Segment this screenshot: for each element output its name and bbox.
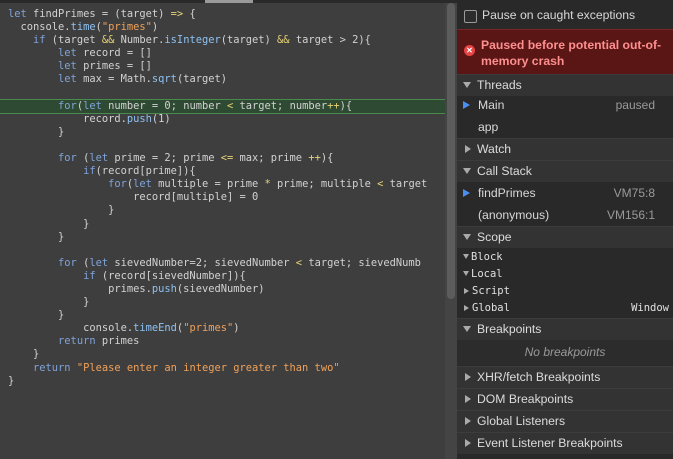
code-line[interactable]: console.timeEnd("primes") [0, 322, 445, 335]
section-title: Event Listener Breakpoints [477, 436, 623, 450]
error-icon: ✕ [464, 45, 475, 56]
chevron-right-icon [465, 145, 471, 154]
call-stack-title: Call Stack [477, 164, 532, 178]
breakpoints-header[interactable]: Breakpoints [457, 318, 673, 340]
code-line[interactable]: let max = Math.sqrt(target) [0, 73, 445, 86]
code-line[interactable]: for(let multiple = prime * prime; multip… [0, 178, 445, 191]
code-line[interactable]: } [0, 375, 445, 388]
scope-script[interactable]: Script [457, 283, 673, 300]
scope-value: Window [631, 302, 669, 314]
code-line[interactable]: if(record[prime]){ [0, 165, 445, 178]
breakpoints-title: Breakpoints [477, 322, 542, 336]
chevron-right-icon [465, 439, 471, 448]
current-thread-icon [463, 101, 470, 109]
chevron-down-icon [463, 271, 469, 276]
code-line[interactable]: } [0, 296, 445, 309]
code-line[interactable]: return primes [0, 335, 445, 348]
code-line[interactable]: } [0, 204, 445, 217]
code-line[interactable]: console.time("primes") [0, 21, 445, 34]
threads-title: Threads [477, 78, 522, 92]
scope-title: Scope [477, 230, 512, 244]
current-execution-line[interactable]: for(let number = 0; number < target; num… [0, 98, 446, 114]
chevron-right-icon [464, 287, 469, 294]
chevron-right-icon [465, 373, 471, 382]
code-line[interactable]: } [0, 231, 445, 244]
scope-block[interactable]: Block [457, 249, 673, 266]
editor-scrollbar[interactable] [445, 3, 457, 459]
call-stack-header[interactable]: Call Stack [457, 160, 673, 182]
code-line[interactable] [0, 139, 445, 152]
breakpoints-empty: No breakpoints [457, 340, 673, 365]
current-frame-icon [463, 189, 470, 197]
code-line[interactable]: primes.push(sievedNumber) [0, 283, 445, 296]
code-line[interactable]: record[multiple] = 0 [0, 191, 445, 204]
thread-name: app [478, 120, 499, 134]
chevron-right-icon [464, 304, 469, 311]
dom-breakpoints-header[interactable]: DOM Breakpoints [457, 388, 673, 410]
threads-header[interactable]: Threads [457, 74, 673, 96]
section-title: Global Listeners [477, 414, 566, 428]
frame-name: findPrimes [478, 186, 536, 200]
scope-name: Block [471, 251, 503, 263]
editor-tab-strip [0, 0, 457, 3]
code-line[interactable]: } [0, 126, 445, 139]
chevron-down-icon [463, 82, 471, 89]
code-line[interactable] [0, 87, 445, 100]
code-line[interactable]: return "Please enter an integer greater … [0, 362, 445, 375]
thread-item-main[interactable]: Main paused [457, 94, 673, 116]
frame-location: VM75:8 [613, 186, 655, 200]
debugger-sidebar: Pause on caught exceptions ✕ Paused befo… [457, 0, 673, 459]
code-line[interactable]: } [0, 348, 445, 361]
code-line[interactable]: let findPrimes = (target) => { [0, 8, 445, 21]
global-listeners-header[interactable]: Global Listeners [457, 410, 673, 432]
pause-on-caught-row[interactable]: Pause on caught exceptions [457, 0, 673, 29]
scope-local[interactable]: Local [457, 266, 673, 283]
watch-title: Watch [477, 142, 512, 156]
frame-location: VM156:1 [606, 208, 655, 222]
thread-item-app[interactable]: app [457, 116, 673, 138]
code-line[interactable] [0, 244, 445, 257]
code-line[interactable]: let record = [] [0, 47, 445, 60]
code-line[interactable]: let primes = [] [0, 60, 445, 73]
scope-name: Script [472, 285, 510, 297]
code-view[interactable]: let findPrimes = (target) => { console.t… [0, 8, 446, 388]
watch-header[interactable]: Watch [457, 138, 673, 160]
source-editor[interactable]: let findPrimes = (target) => { console.t… [0, 0, 457, 459]
call-frame-findprimes[interactable]: findPrimes VM75:8 [457, 182, 673, 204]
xhr-breakpoints-header[interactable]: XHR/fetch Breakpoints [457, 366, 673, 388]
code-line[interactable]: for (let sievedNumber=2; sievedNumber < … [0, 257, 445, 270]
code-line[interactable]: record.push(1) [0, 113, 445, 126]
scope-header[interactable]: Scope [457, 226, 673, 248]
code-line[interactable]: } [0, 218, 445, 231]
frame-name: (anonymous) [478, 208, 550, 222]
chevron-down-icon [463, 168, 471, 175]
scope-name: Local [471, 268, 503, 280]
chevron-right-icon [465, 417, 471, 426]
pause-on-caught-label: Pause on caught exceptions [482, 8, 636, 22]
chevron-right-icon [465, 395, 471, 404]
section-title: DOM Breakpoints [477, 392, 574, 406]
thread-status: paused [615, 98, 655, 112]
editor-scrollbar-thumb[interactable] [447, 3, 455, 299]
chevron-down-icon [463, 326, 471, 333]
thread-name: Main [478, 98, 505, 112]
code-line[interactable]: } [0, 309, 445, 322]
pause-reason-banner: ✕ Paused before potential out-of-memory … [457, 29, 673, 76]
scope-global[interactable]: Global Window [457, 300, 673, 317]
section-title: XHR/fetch Breakpoints [477, 370, 601, 384]
chevron-down-icon [463, 254, 469, 259]
event-listener-breakpoints-header[interactable]: Event Listener Breakpoints [457, 432, 673, 454]
pause-reason-text: Paused before potential out-of-memory cr… [481, 38, 662, 68]
chevron-down-icon [463, 234, 471, 241]
code-line[interactable]: for (let prime = 2; prime <= max; prime … [0, 152, 445, 165]
scope-name: Global [472, 302, 510, 314]
pause-on-caught-checkbox[interactable] [464, 10, 477, 23]
code-line[interactable]: if (record[sievedNumber]){ [0, 270, 445, 283]
active-tab-indicator [205, 0, 253, 3]
call-frame-anonymous[interactable]: (anonymous) VM156:1 [457, 204, 673, 226]
code-line[interactable]: if (target && Number.isInteger(target) &… [0, 34, 445, 47]
